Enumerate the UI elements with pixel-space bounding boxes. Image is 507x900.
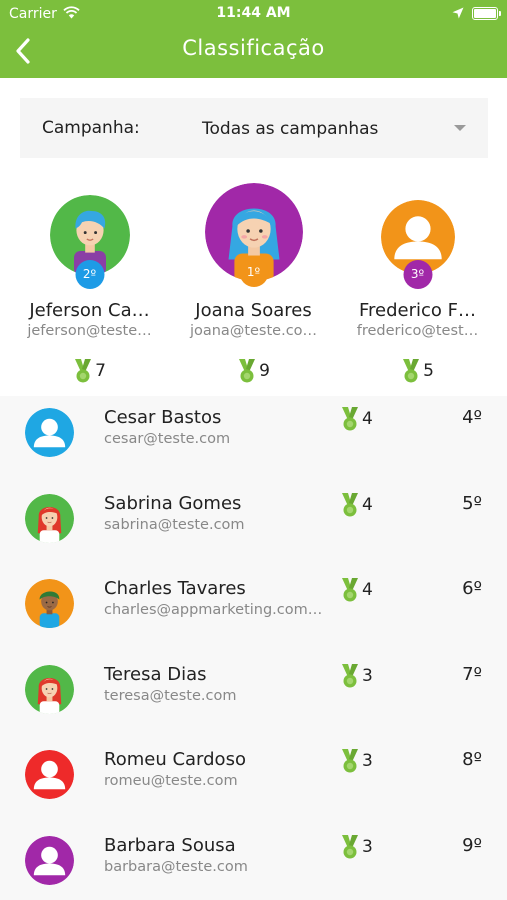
medal-icon [342,663,358,687]
points-value: 9 [259,361,270,381]
points: 4 [340,577,373,603]
medal-icon [340,834,360,860]
user-email: sabrina@teste.com [104,516,245,533]
user-email: romeu@teste.com [104,773,238,789]
page-title: Classificação [182,36,325,60]
user-name: Jeferson Ca… [29,300,150,321]
rank-badge: 3º [403,260,432,289]
points-value: 3 [362,751,373,771]
avatar [25,664,74,714]
list-item[interactable]: Cesar Bastos cesar@teste.com 4 4º [0,396,507,482]
rank-badge: 1º [239,258,268,287]
points-value: 5 [423,361,434,381]
podium: 2º Jeferson Ca… jeferson@teste… 7 1º Joa… [0,170,507,396]
points-value: 4 [362,409,373,429]
points: 4 [340,492,373,518]
points-value: 3 [362,665,373,686]
rank-position: 7º [462,663,482,685]
points-value: 3 [362,836,373,857]
avatar [25,493,74,543]
avatar [25,750,74,799]
user-name: Romeu Cardoso [104,749,246,770]
rank-position: 6º [462,578,482,599]
medal-icon [75,359,92,383]
user-name: Cesar Bastos [104,407,222,428]
medal-icon [340,577,360,603]
ranking-list: Cesar Bastos cesar@teste.com 4 4º Sabrin… [0,396,507,900]
campaign-select[interactable]: Todas as campanhas [200,98,488,158]
rank-position: 9º [462,834,482,856]
points-value: 4 [362,494,373,515]
user-name: Joana Soares [195,300,312,321]
campaign-selected-value: Todas as campanhas [202,119,379,139]
medal-icon [342,492,358,516]
points: 7 [5,358,174,384]
user-name: Teresa Dias [104,663,207,685]
user-email: barbara@teste.com [104,858,248,875]
list-item[interactable]: Barbara Sousa barbara@teste.com 3 9º [0,824,507,900]
points: 5 [333,358,502,384]
avatar [25,579,74,628]
list-item[interactable]: Sabrina Gomes sabrina@teste.com 4 5º [0,482,507,568]
points: 9 [169,358,338,384]
girl-red-hair-icon [25,493,74,543]
status-time: 11:44 AM [216,5,291,21]
user-name: Sabrina Gomes [104,492,242,514]
user-email: frederico@test… [356,323,479,339]
user-email: cesar@teste.com [104,431,231,447]
user-email: charles@appmarketing.com… [104,602,323,618]
list-item[interactable]: Romeu Cardoso romeu@teste.com 3 8º [0,738,507,824]
medal-icon [342,578,358,602]
location-arrow-icon [452,7,464,19]
medal-icon [237,358,257,384]
boy-green-hair-icon [25,579,74,628]
medal-icon [73,358,93,384]
dropdown-arrow-icon [454,125,466,131]
rank-position: 8º [462,749,482,770]
rank-position: 4º [462,407,482,428]
medal-icon [342,407,358,431]
user-silhouette-icon [25,750,74,799]
rank-badge: 2º [75,260,104,289]
user-name: Charles Tavares [104,578,246,599]
medal-icon [340,492,360,518]
podium-second-place[interactable]: 2º Jeferson Ca… jeferson@teste… 7 [5,170,174,396]
medal-icon [340,748,360,774]
points-value: 4 [362,580,373,600]
list-item[interactable]: Teresa Dias teresa@teste.com 3 7º [0,653,507,739]
medal-icon [340,663,360,689]
user-silhouette-icon [25,408,74,457]
points: 3 [340,663,373,689]
podium-first-place[interactable]: 1º Joana Soares joana@teste.co… 9 [169,170,338,396]
battery-icon [472,7,501,20]
medal-icon [239,359,256,383]
user-email: joana@teste.co… [189,323,318,339]
girl-red-hair-icon [25,664,74,714]
points: 3 [340,748,373,774]
app-header: Carrier 11:44 AM Classificação [0,0,507,78]
user-name: Barbara Sousa [104,834,236,856]
medal-icon [340,406,360,432]
medal-icon [342,749,358,773]
points-value: 7 [95,361,106,381]
avatar [25,408,74,457]
status-bar: Carrier 11:44 AM [0,0,507,28]
points: 3 [340,834,373,860]
user-email: teresa@teste.com [104,687,237,704]
user-name: Frederico F… [358,300,476,321]
rank-position: 5º [462,492,482,514]
points: 4 [340,406,373,432]
medal-icon [342,834,358,858]
podium-third-place[interactable]: 3º Frederico F… frederico@test… 5 [333,170,502,396]
medal-icon [403,359,420,383]
campaign-label: Campanha: [42,118,140,138]
medal-icon [401,358,421,384]
campaign-filter: Campanha: Todas as campanhas [20,98,488,158]
user-email: jeferson@teste… [27,323,152,339]
list-item[interactable]: Charles Tavares charles@appmarketing.com… [0,567,507,653]
avatar [25,835,74,885]
user-silhouette-icon [25,835,74,885]
